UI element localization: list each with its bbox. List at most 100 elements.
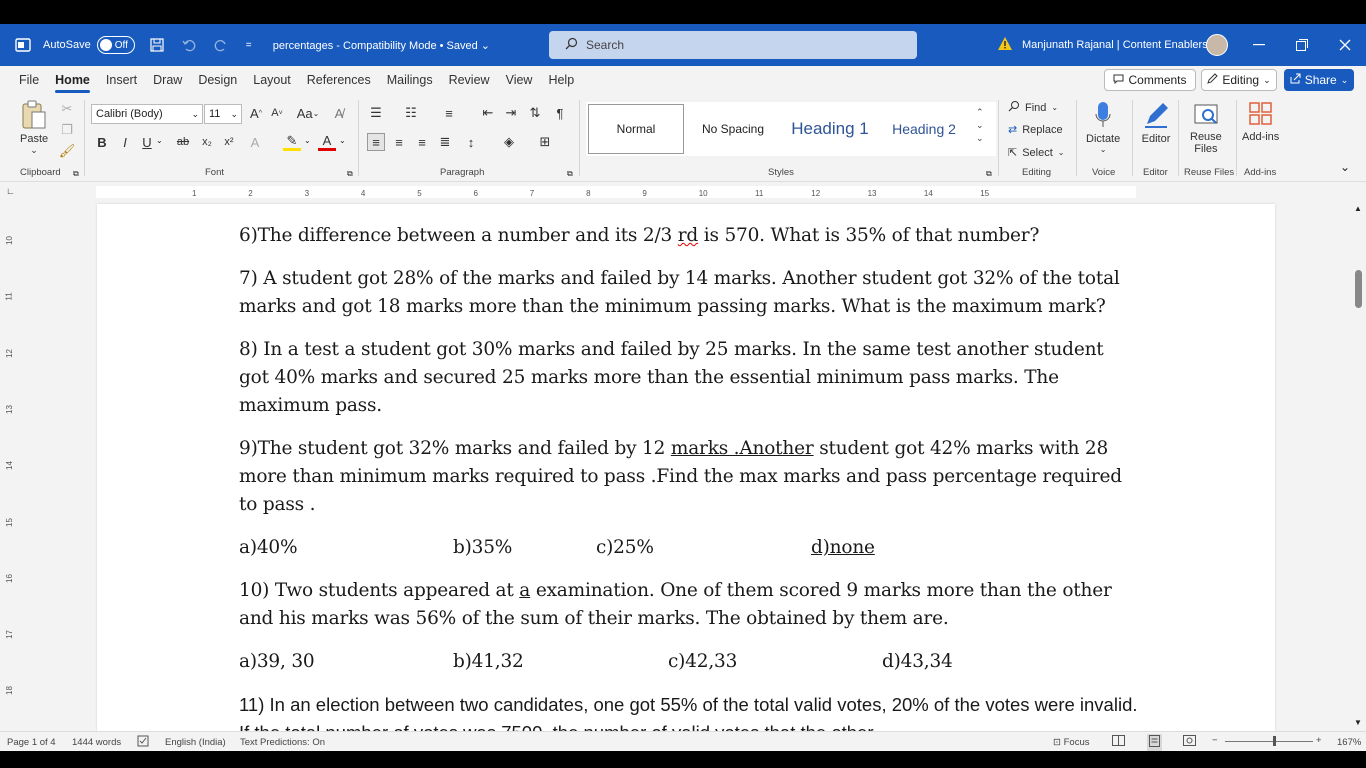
font-size-select[interactable]: 11 ⌄: [204, 104, 242, 124]
styles-scroll-icon[interactable]: ⌃ ⌄ ⌄: [976, 106, 984, 145]
style-no-spacing[interactable]: No Spacing: [688, 104, 778, 154]
style-heading-1[interactable]: Heading 1: [782, 104, 878, 154]
ruler-track[interactable]: 1 2 3 4 5 6 7 8 9 10 11 12 13 14 15: [96, 186, 1136, 198]
minimize-icon[interactable]: [1251, 37, 1267, 53]
sort-icon[interactable]: ⇅: [526, 104, 544, 122]
tab-design[interactable]: Design: [190, 73, 245, 87]
tab-selector-icon[interactable]: ∟: [6, 186, 15, 196]
tab-file[interactable]: File: [11, 73, 47, 87]
warning-icon[interactable]: [997, 36, 1013, 54]
copy-icon[interactable]: ❐: [58, 121, 76, 139]
save-icon[interactable]: [147, 35, 167, 55]
print-layout-icon[interactable]: [1147, 734, 1162, 751]
text-effects-icon[interactable]: A: [246, 133, 264, 151]
document-title[interactable]: percentages - Compatibility Mode • Saved…: [273, 39, 490, 52]
zoom-in-icon[interactable]: +: [1316, 735, 1322, 746]
format-painter-icon[interactable]: 🖌: [58, 142, 76, 160]
clear-formatting-icon[interactable]: A̸: [330, 104, 348, 122]
proofing-icon[interactable]: [137, 735, 150, 750]
dictate-button[interactable]: Dictate ⌄: [1086, 100, 1120, 154]
chevron-down-icon[interactable]: ⌄: [339, 136, 346, 145]
subscript-button[interactable]: x₂: [198, 133, 216, 151]
avatar[interactable]: [1206, 34, 1228, 56]
strikethrough-button[interactable]: ab: [174, 133, 192, 151]
editor-button[interactable]: Editor: [1141, 100, 1171, 145]
line-spacing-icon[interactable]: ↕: [462, 133, 480, 151]
chevron-down-icon[interactable]: ⌄: [304, 136, 311, 145]
dialog-launcher-icon[interactable]: ⧉: [567, 169, 573, 179]
change-case-button[interactable]: Aa ⌄: [294, 104, 322, 122]
tab-layout[interactable]: Layout: [245, 73, 299, 87]
grow-font-icon[interactable]: A ^: [247, 104, 265, 122]
read-mode-icon[interactable]: [1112, 735, 1125, 749]
share-button[interactable]: Share ⌄: [1284, 69, 1354, 91]
style-normal[interactable]: Normal: [588, 104, 684, 154]
underline-button[interactable]: U: [138, 133, 156, 151]
web-layout-icon[interactable]: [1183, 735, 1196, 749]
numbering-icon[interactable]: ☷: [402, 104, 420, 122]
comments-button[interactable]: Comments: [1104, 69, 1196, 91]
tab-review[interactable]: Review: [441, 73, 498, 87]
italic-button[interactable]: I: [116, 133, 134, 151]
increase-indent-icon[interactable]: ⇥: [502, 104, 520, 122]
tab-draw[interactable]: Draw: [145, 73, 190, 87]
dialog-launcher-icon[interactable]: ⧉: [73, 169, 79, 179]
tab-mailings[interactable]: Mailings: [379, 73, 441, 87]
show-formatting-icon[interactable]: ¶: [551, 104, 569, 122]
multilevel-list-icon[interactable]: ≡: [440, 104, 458, 122]
highlight-color-icon[interactable]: ✎: [283, 133, 301, 151]
add-ins-button[interactable]: Add-ins: [1242, 100, 1279, 143]
paste-button[interactable]: Paste ⌄: [20, 100, 48, 156]
tab-references[interactable]: References: [299, 73, 379, 87]
superscript-button[interactable]: x²: [220, 133, 238, 151]
zoom-slider-handle[interactable]: [1273, 736, 1276, 746]
replace-button[interactable]: ⇄ Replace: [1008, 123, 1063, 137]
document-page[interactable]: 6)The difference between a number and it…: [97, 204, 1275, 731]
shrink-font-icon[interactable]: A ˅: [268, 104, 286, 122]
undo-icon[interactable]: [179, 35, 199, 55]
bold-button[interactable]: B: [93, 133, 111, 151]
scrollbar-thumb[interactable]: [1355, 270, 1362, 308]
text-predictions[interactable]: Text Predictions: On: [240, 737, 325, 748]
tab-view[interactable]: View: [498, 73, 541, 87]
tab-insert[interactable]: Insert: [98, 73, 145, 87]
reuse-files-button[interactable]: Reuse Files: [1190, 100, 1222, 155]
zoom-out-icon[interactable]: −: [1212, 735, 1218, 746]
justify-icon[interactable]: ≣: [436, 133, 454, 151]
user-name[interactable]: Manjunath Rajanal | Content Enablers: [1022, 39, 1208, 51]
shading-icon[interactable]: ◈: [500, 133, 518, 151]
word-count[interactable]: 1444 words: [72, 737, 121, 748]
collapse-ribbon-icon[interactable]: ⌄: [1340, 160, 1350, 174]
restore-icon[interactable]: [1294, 37, 1310, 53]
scroll-down-icon[interactable]: ▼: [1354, 718, 1362, 727]
style-heading-2[interactable]: Heading 2: [882, 104, 966, 154]
align-left-icon[interactable]: ≡: [367, 133, 385, 151]
cut-icon[interactable]: ✂: [58, 100, 76, 118]
decrease-indent-icon[interactable]: ⇤: [479, 104, 497, 122]
scroll-up-icon[interactable]: ▲: [1354, 204, 1362, 213]
page-count[interactable]: Page 1 of 4: [7, 737, 56, 748]
search-input[interactable]: [586, 38, 886, 52]
vertical-scrollbar[interactable]: ▲ ▼: [1351, 202, 1366, 731]
zoom-level[interactable]: 167%: [1337, 737, 1361, 748]
dialog-launcher-icon[interactable]: ⧉: [986, 169, 992, 179]
font-color-icon[interactable]: A: [318, 133, 336, 151]
language[interactable]: English (India): [165, 737, 226, 748]
dialog-launcher-icon[interactable]: ⧉: [347, 169, 353, 179]
zoom-slider[interactable]: [1225, 741, 1313, 742]
chevron-down-icon[interactable]: ⌄: [156, 136, 163, 145]
close-icon[interactable]: [1337, 37, 1353, 53]
tab-home[interactable]: Home: [47, 73, 98, 93]
redo-icon[interactable]: [211, 35, 231, 55]
focus-button[interactable]: ⊡ Focus: [1053, 737, 1089, 748]
editing-mode-button[interactable]: Editing ⌄: [1201, 69, 1277, 91]
tab-help[interactable]: Help: [540, 73, 582, 87]
search-box[interactable]: [549, 31, 917, 59]
borders-icon[interactable]: ⊞: [536, 133, 554, 151]
bullets-icon[interactable]: ☰: [367, 104, 385, 122]
align-right-icon[interactable]: ≡: [413, 133, 431, 151]
find-button[interactable]: Find ⌄: [1008, 100, 1058, 115]
customize-qat-icon[interactable]: =: [243, 35, 255, 55]
autosave-toggle[interactable]: Off: [96, 36, 135, 54]
font-name-select[interactable]: Calibri (Body) ⌄: [91, 104, 203, 124]
